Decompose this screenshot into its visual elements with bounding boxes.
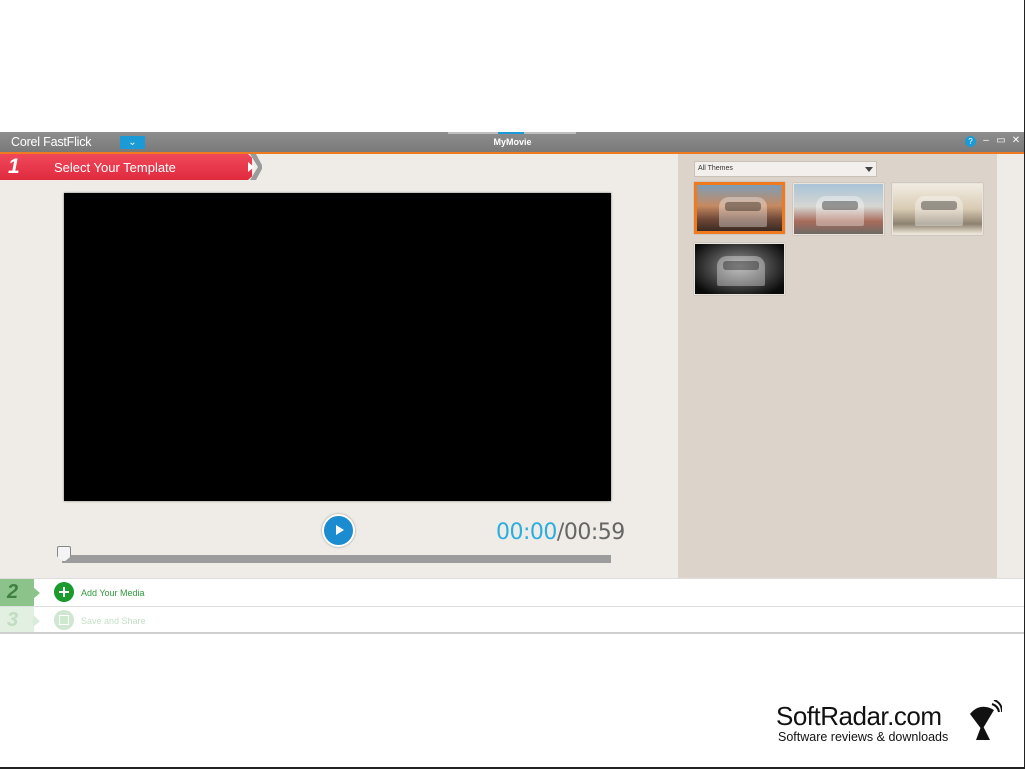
step-3-row[interactable]: 3 Save and Share <box>0 606 1025 634</box>
video-preview[interactable] <box>64 193 611 501</box>
app-window: Corel FastFlick ⌄ MyMovie ? – ▭ ✕ 1 Sele… <box>0 132 1025 634</box>
total-time: 00:59 <box>563 520 625 545</box>
add-media-icon[interactable] <box>54 582 74 602</box>
play-button[interactable] <box>322 514 355 547</box>
step-3-number: 3 <box>7 609 19 631</box>
document-title: MyMovie <box>493 137 532 147</box>
current-time: 00:00 <box>496 520 557 545</box>
chevron-right-icon <box>33 587 40 599</box>
step-3-label[interactable]: Save and Share <box>81 616 146 626</box>
step-1-label: Select Your Template <box>54 160 176 175</box>
step-2-number: 2 <box>7 581 19 603</box>
restore-icon[interactable]: ▭ <box>996 135 1006 147</box>
dropdown-arrow-icon <box>865 167 873 172</box>
theme-thumbnail-1[interactable] <box>694 182 785 234</box>
tab-indicator <box>448 132 576 134</box>
theme-thumbnail-2[interactable] <box>793 183 884 235</box>
chevron-right-icon <box>33 615 40 627</box>
theme-thumbnail-3[interactable] <box>892 183 983 235</box>
theme-filter-value: All Themes <box>698 165 733 172</box>
window-controls: ? – ▭ ✕ <box>965 135 1021 147</box>
scrub-bar[interactable] <box>62 555 611 563</box>
step-1-number: 1 <box>8 155 20 178</box>
help-icon[interactable]: ? <box>965 135 976 147</box>
share-icon[interactable] <box>54 610 74 630</box>
watermark-title: SoftRadar.com <box>776 701 942 731</box>
time-display: 00:00/00:59 <box>496 520 625 545</box>
panel-edge <box>997 154 1025 578</box>
theme-panel: All Themes <box>678 154 997 578</box>
close-icon[interactable]: ✕ <box>1011 135 1021 147</box>
step-2-row[interactable]: 2 Add Your Media <box>0 578 1025 606</box>
theme-thumbnail-4[interactable] <box>694 243 785 295</box>
watermark-subtitle: Software reviews & downloads <box>778 730 949 744</box>
softradar-watermark: SoftRadar.com Software reviews & downloa… <box>776 702 948 744</box>
title-bar: Corel FastFlick ⌄ MyMovie ? – ▭ ✕ <box>0 132 1025 154</box>
step-1-header[interactable]: 1 Select Your Template <box>0 154 262 180</box>
step-2-label[interactable]: Add Your Media <box>81 588 145 598</box>
time-separator: / <box>556 520 564 545</box>
satellite-dish-icon <box>970 700 1002 740</box>
theme-filter-dropdown[interactable]: All Themes <box>694 161 877 177</box>
chevron-right-icon <box>248 162 254 172</box>
minimize-icon[interactable]: – <box>981 135 991 147</box>
